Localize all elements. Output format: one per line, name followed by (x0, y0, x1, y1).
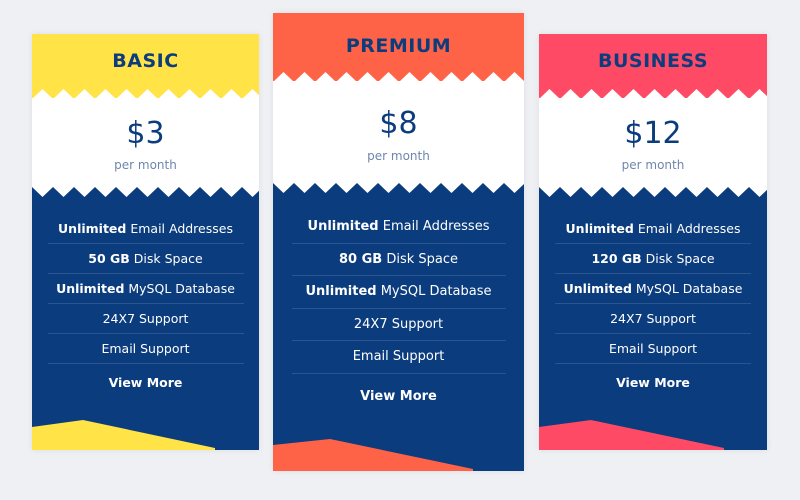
feature-item: Email Support (555, 334, 751, 364)
view-more-link[interactable]: View More (539, 375, 767, 390)
feature-item: 24X7 Support (47, 304, 244, 334)
feature-list: Unlimited Email Addresses 80 GB Disk Spa… (273, 211, 524, 374)
feature-item: 50 GB Disk Space (47, 244, 244, 274)
price-period: per month (114, 158, 177, 172)
bottom-decoration (539, 420, 724, 450)
plan-title: BASIC (112, 50, 179, 72)
feature-item: 120 GB Disk Space (555, 244, 751, 274)
pricing-card-premium: PREMIUM $8 per month Unlimited Email Add… (273, 13, 524, 471)
feature-item: 24X7 Support (555, 304, 751, 334)
price-zigzag-divider (273, 183, 524, 195)
feature-item: Unlimited MySQL Database (555, 274, 751, 304)
bottom-decoration (32, 420, 215, 450)
pricing-card-basic: BASIC $3 per month Unlimited Email Addre… (32, 34, 259, 450)
feature-item: Email Support (47, 334, 244, 364)
price-period: per month (621, 158, 685, 172)
feature-item: Unlimited MySQL Database (291, 276, 506, 309)
view-more-link[interactable]: View More (273, 389, 524, 404)
plan-title: PREMIUM (345, 35, 452, 57)
view-more-link[interactable]: View More (32, 375, 259, 390)
plan-price: $12 (624, 116, 682, 151)
bottom-decoration (273, 439, 473, 471)
feature-list: Unlimited Email Addresses 50 GB Disk Spa… (32, 214, 259, 364)
plan-title: BUSINESS (597, 50, 709, 72)
plan-price: $3 (126, 116, 165, 151)
price-zigzag-divider (32, 187, 259, 199)
price-period: per month (367, 149, 430, 163)
pricing-card-business: BUSINESS $12 per month Unlimited Email A… (539, 34, 767, 450)
feature-item: 24X7 Support (291, 309, 506, 342)
feature-item: Unlimited Email Addresses (555, 214, 751, 244)
feature-item: Unlimited Email Addresses (47, 214, 244, 244)
feature-list: Unlimited Email Addresses 120 GB Disk Sp… (539, 214, 767, 364)
feature-item: Email Support (291, 341, 506, 374)
feature-item: Unlimited MySQL Database (47, 274, 244, 304)
plan-price: $8 (379, 106, 418, 141)
feature-item: Unlimited Email Addresses (291, 211, 506, 244)
feature-item: 80 GB Disk Space (291, 244, 506, 277)
price-zigzag-divider (539, 187, 767, 199)
